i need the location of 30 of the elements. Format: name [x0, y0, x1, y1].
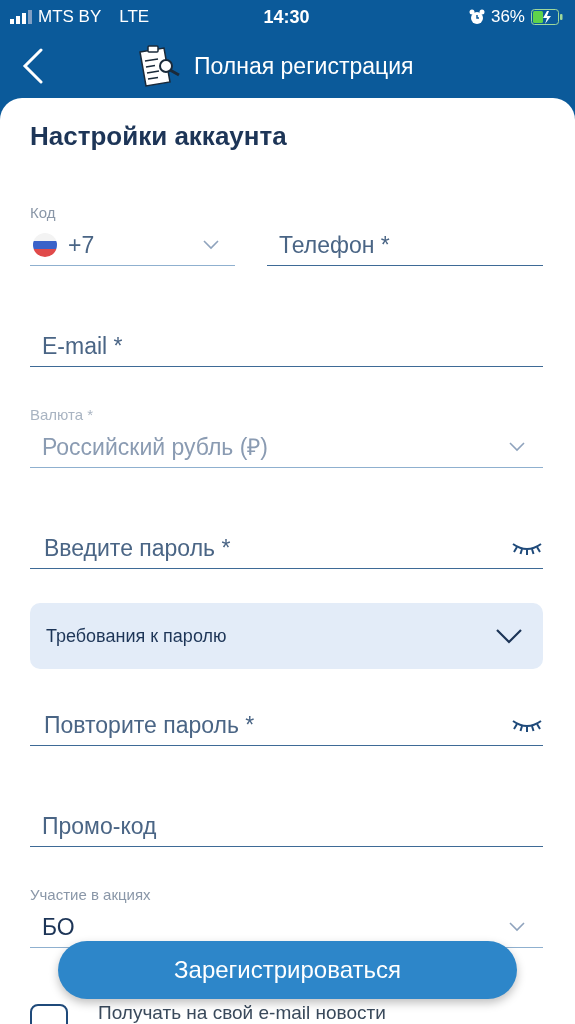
- chevron-down-icon: [203, 240, 219, 250]
- battery-percent: 36%: [490, 7, 525, 27]
- password-requirements-panel[interactable]: Требования к паролю: [30, 603, 543, 669]
- input-field[interactable]: E-mail *: [30, 326, 543, 367]
- input-field[interactable]: Промо-код: [30, 806, 543, 847]
- chevron-down-icon: [509, 442, 525, 452]
- flag-icon: [32, 232, 58, 258]
- battery-icon: [531, 9, 563, 25]
- section-title: Настройки аккаунта: [30, 120, 288, 153]
- dropdown-value[interactable]: БО: [42, 915, 75, 939]
- chevron-down-icon: [509, 922, 525, 932]
- field-label: Участие в акциях: [30, 886, 152, 903]
- signal-icon: [10, 10, 32, 24]
- register-button[interactable]: Зарегистрироваться: [58, 941, 517, 999]
- password-input[interactable]: Введите пароль *: [42, 533, 511, 563]
- field-label: Валюта *: [30, 406, 95, 423]
- field-label: Код: [30, 204, 57, 221]
- back-icon[interactable]: [22, 48, 44, 84]
- eye-closed-icon[interactable]: [511, 541, 543, 555]
- chevron-down-icon: [495, 628, 523, 644]
- carrier-name: MTS BY: [38, 7, 102, 27]
- alarm-icon: [468, 9, 485, 25]
- eye-closed-icon[interactable]: [511, 718, 543, 732]
- checkbox-label: Получать на свой e-mail новости: [98, 1002, 386, 1024]
- password-input[interactable]: Повторите пароль *: [42, 710, 511, 740]
- network-type: LTE: [119, 7, 150, 27]
- country-code-select[interactable]: +7: [30, 225, 235, 266]
- page-title: Полная регистрация: [194, 52, 414, 80]
- phone-field[interactable]: Телефон *: [267, 225, 543, 266]
- clock-time: 14:30: [263, 6, 310, 28]
